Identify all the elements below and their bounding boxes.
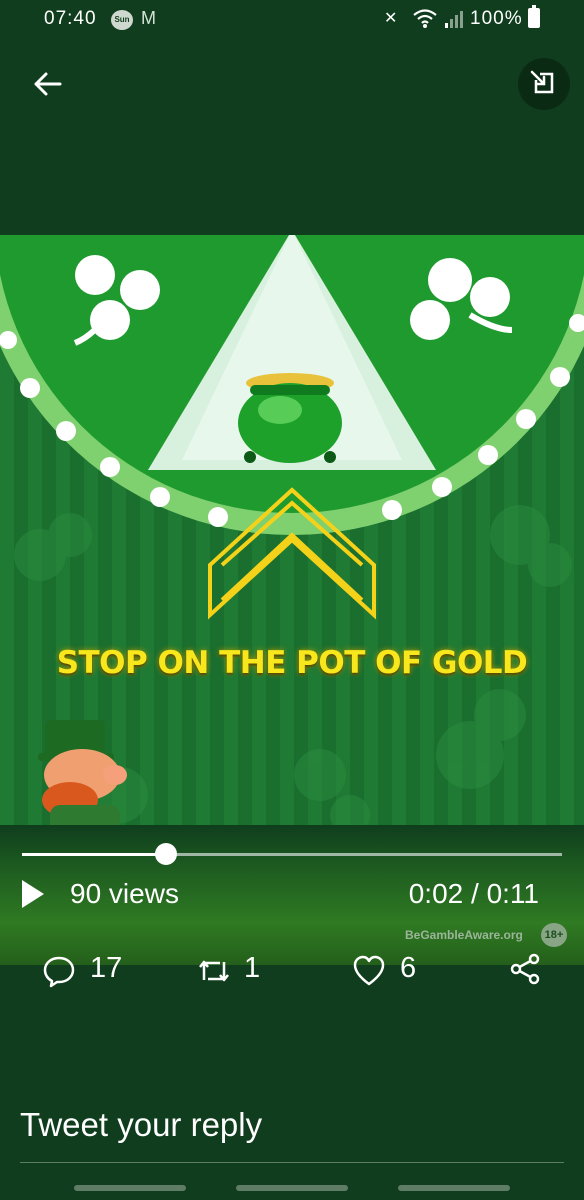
play-button[interactable] <box>20 878 46 910</box>
promo-text: STOP ON THE POT OF GOLD <box>56 645 528 681</box>
heart-icon <box>353 955 385 986</box>
battery-percent: 100% <box>470 8 523 29</box>
age-badge: 18+ <box>541 923 567 947</box>
nav-handle <box>74 1185 186 1191</box>
share-icon <box>510 953 540 985</box>
status-bar: 07:40 Sun M ✕ 100% <box>0 0 584 40</box>
reply-icon <box>43 956 75 988</box>
battery-icon <box>528 5 540 28</box>
progress-fill <box>22 853 166 856</box>
video-time: 0:02 / 0:11 <box>408 878 539 909</box>
play-icon <box>22 880 44 908</box>
status-time: 07:40 <box>44 8 97 29</box>
arrow-left-icon <box>34 72 62 96</box>
picture-in-picture-button[interactable] <box>518 58 570 110</box>
reply-input[interactable]: Tweet your reply <box>20 1106 262 1144</box>
back-button[interactable] <box>26 62 70 106</box>
nav-handle <box>236 1185 348 1191</box>
sun-icon: Sun <box>111 10 133 30</box>
signal-icon <box>445 11 463 28</box>
nav-handle <box>398 1185 510 1191</box>
progress-knob[interactable] <box>155 843 177 865</box>
views-count: 90 views <box>70 878 179 909</box>
reply-count: 17 <box>90 952 123 984</box>
gmail-icon: M <box>141 8 156 28</box>
wifi-icon <box>413 9 437 28</box>
watermark: BeGambleAware.org <box>405 928 523 942</box>
retweet-count: 1 <box>244 952 261 984</box>
mute-icon: ✕ <box>384 10 398 27</box>
share-button[interactable] <box>508 952 542 986</box>
divider <box>20 1162 564 1163</box>
retweet-icon <box>199 960 229 982</box>
like-count: 6 <box>400 952 417 984</box>
picture-in-picture-icon <box>530 70 554 94</box>
